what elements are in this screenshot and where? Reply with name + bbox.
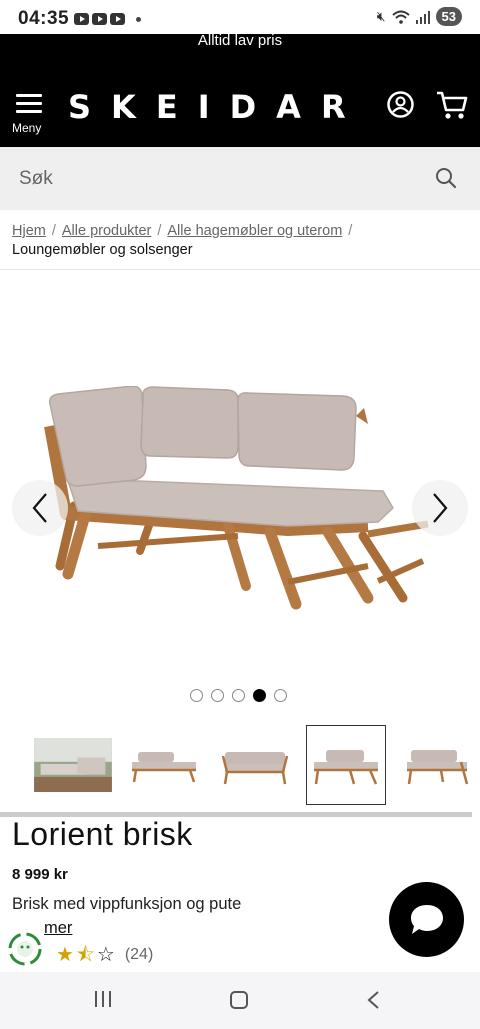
recent-apps-button[interactable] (95, 991, 111, 1007)
status-time: 04:35 (18, 8, 70, 29)
review-count[interactable]: (24) (125, 946, 153, 964)
product-title: Lorient brisk (12, 816, 193, 852)
promo-banner: Alltid lav pris (197, 32, 283, 49)
menu-label: Meny (12, 121, 42, 135)
battery-indicator: 53 (435, 7, 462, 26)
carousel-dot[interactable] (232, 689, 245, 702)
chevron-left-icon (32, 493, 47, 523)
hamburger-icon (16, 94, 42, 118)
cart-icon[interactable] (436, 90, 468, 120)
notification-icons (74, 13, 141, 25)
product-description: Brisk med vippfunksjon og pute (12, 895, 242, 913)
star-half-icon: ⯪ (75, 944, 95, 966)
carousel-dot[interactable] (274, 689, 287, 702)
carousel-next-button[interactable] (412, 480, 468, 536)
breadcrumb-separator: / (348, 223, 353, 239)
thumbnail-side-view[interactable] (124, 725, 204, 805)
breadcrumb-link-all-products[interactable]: Alle produkter (62, 223, 151, 239)
logo[interactable]: SKEIDAR (68, 88, 366, 126)
thumbnail-image (314, 750, 378, 785)
product-rating[interactable]: ★ ⯪ ☆ (24) (56, 945, 153, 965)
read-more-link[interactable]: mer (44, 919, 72, 938)
wifi-icon (391, 10, 410, 24)
system-nav-bar (0, 972, 480, 1029)
product-image-carousel[interactable] (0, 270, 480, 710)
home-button[interactable] (230, 991, 248, 1009)
carousel-dot-active[interactable] (253, 689, 266, 702)
carousel-dots (190, 689, 287, 702)
thumbnail-lifestyle[interactable] (33, 725, 113, 805)
youtube-icon (110, 13, 125, 25)
breadcrumb-separator: / (157, 223, 162, 239)
breadcrumb-current: Loungemøbler og solsenger (12, 242, 193, 258)
youtube-icon (92, 13, 107, 25)
star-full-icon: ★ (56, 944, 74, 966)
thumbnail-strip (33, 725, 477, 805)
carousel-dot[interactable] (190, 689, 203, 702)
youtube-icon (74, 13, 89, 25)
thumbnail-sofa-view[interactable] (215, 725, 295, 805)
breadcrumb: Hjem / Alle produkter / Alle hagemøbler og u… (12, 222, 472, 260)
product-image (44, 386, 429, 610)
thumbnail-image (132, 752, 196, 783)
status-right: 🔇︎ 53 (377, 7, 462, 26)
thumbnail-image (34, 738, 112, 792)
chevron-right-icon (433, 493, 448, 523)
product-price: 8 999 kr (12, 866, 68, 883)
star-empty-icon: ☆ (96, 944, 115, 966)
breadcrumb-link-garden-furniture[interactable]: Alle hagemøbler og uterom (167, 223, 342, 239)
menu-button[interactable]: Meny (12, 92, 48, 136)
thumbnail-daybed-view[interactable] (306, 725, 386, 805)
site-header: Alltid lav pris Meny SKEIDAR (0, 32, 480, 147)
search-bar (0, 147, 480, 210)
carousel-prev-button[interactable] (12, 480, 68, 536)
chat-button[interactable] (389, 882, 464, 957)
breadcrumb-link-home[interactable]: Hjem (12, 223, 46, 239)
carousel-dot[interactable] (211, 689, 224, 702)
search-input[interactable] (0, 147, 420, 210)
signal-icon (415, 10, 430, 24)
recycle-icon[interactable] (8, 932, 42, 966)
more-notifications-icon (136, 16, 141, 22)
status-bar: 04:35 🔇︎ 53 (0, 0, 480, 34)
breadcrumb-separator: / (51, 223, 56, 239)
account-icon[interactable] (387, 91, 414, 118)
search-icon[interactable] (434, 166, 458, 190)
thumbnail-image (221, 752, 289, 785)
back-icon[interactable] (366, 990, 380, 1010)
mute-icon: 🔇︎ (376, 8, 386, 24)
chat-bubble-icon (410, 904, 443, 934)
thumbnail-image (407, 750, 469, 785)
thumbnail-angle-view[interactable] (397, 725, 477, 805)
